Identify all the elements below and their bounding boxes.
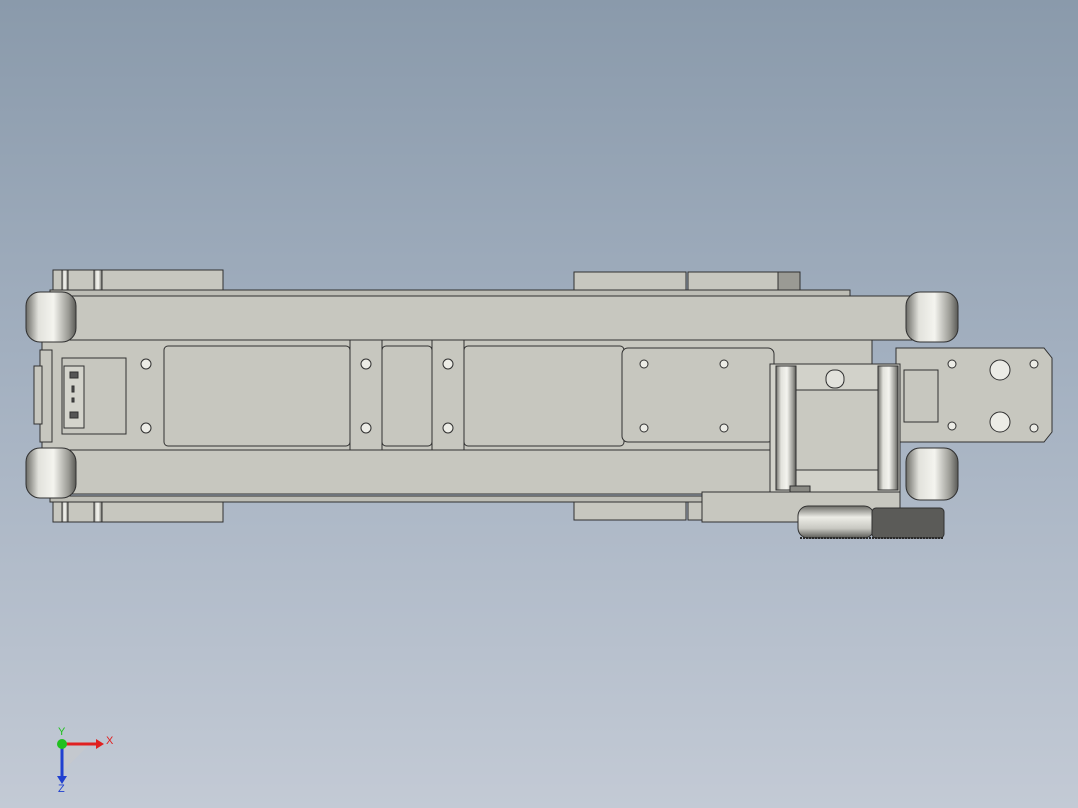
- roller-top-left: [25, 291, 77, 343]
- frame-window-2: [381, 345, 433, 447]
- frame-window-3: [463, 345, 625, 447]
- bottom-tab-left: [52, 499, 224, 523]
- roller-bottom-right: [905, 447, 959, 501]
- frame-window-1: [163, 345, 351, 447]
- lower-link: [49, 449, 791, 495]
- coordinate-triad: X Y Z: [57, 726, 114, 795]
- roller-bottom-left: [25, 447, 77, 499]
- y-axis-dot: [57, 739, 67, 749]
- assembly-model[interactable]: [0, 0, 1078, 808]
- roller-top-right: [905, 291, 959, 343]
- x-axis-label: X: [106, 735, 114, 747]
- cad-viewport[interactable]: X Y Z: [0, 0, 1078, 808]
- pulley: [797, 505, 875, 539]
- z-axis-label: Z: [58, 783, 65, 795]
- upper-link: [49, 295, 931, 341]
- belt-gear: [871, 507, 945, 539]
- y-axis-label: Y: [58, 726, 66, 738]
- top-tab-left: [52, 269, 224, 293]
